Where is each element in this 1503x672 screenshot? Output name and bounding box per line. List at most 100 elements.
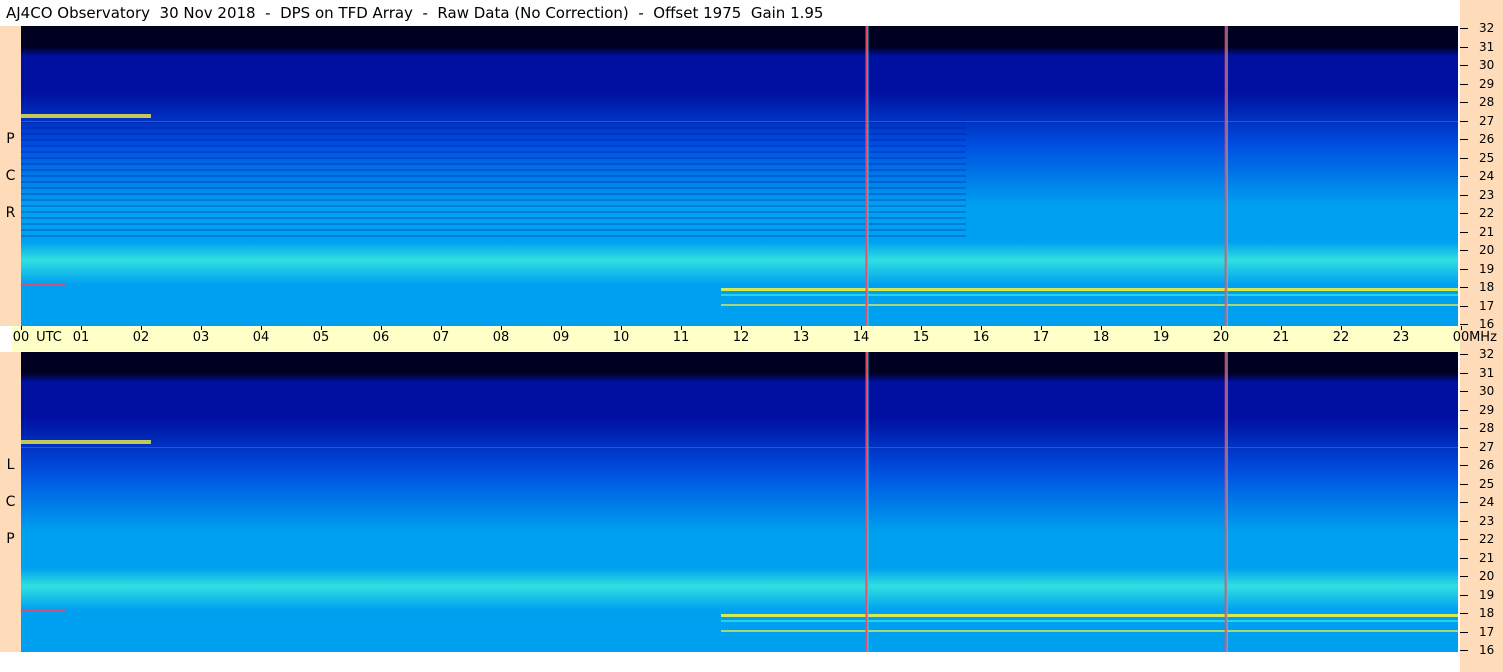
frequency-tick (1460, 354, 1468, 355)
time-tick-label: 18 (1092, 330, 1110, 345)
frequency-tick-label: 31 (1479, 365, 1495, 380)
lcp-letter-c: C (5, 494, 16, 510)
frequency-tick-label: 23 (1479, 187, 1495, 202)
frequency-tick-label: 20 (1479, 243, 1495, 257)
time-tick-label: 15 (912, 330, 930, 345)
frequency-tick (1460, 120, 1468, 122)
frequency-tick (1460, 194, 1468, 196)
frequency-tick-label: 21 (1479, 224, 1495, 239)
time-tick-label: 12 (732, 330, 750, 345)
time-tick-label: 11 (672, 330, 690, 345)
frequency-tick (1460, 502, 1468, 503)
frequency-tick-label: 17 (1479, 624, 1495, 639)
frequency-tick-label: 29 (1479, 76, 1495, 91)
frequency-tick (1460, 557, 1468, 559)
rcp-spectrogram (21, 26, 1458, 326)
spectral-band (21, 151, 966, 153)
frequency-tick-label: 18 (1479, 280, 1495, 294)
frequency-tick (1460, 539, 1468, 540)
frequency-tick-label: 24 (1479, 495, 1495, 509)
lcp-letter-l: L (6, 457, 15, 473)
time-tick-label: 14 (852, 330, 870, 345)
frequency-tick (1460, 483, 1468, 485)
frequency-tick-label: 23 (1479, 513, 1495, 528)
interference-band (721, 304, 1458, 306)
interference-column (867, 352, 869, 652)
interference-band (721, 630, 1458, 632)
time-tick-label: 19 (1152, 330, 1170, 345)
frequency-tick (1460, 268, 1468, 270)
frequency-tick (1460, 576, 1468, 577)
time-tick-label: 09 (552, 330, 570, 345)
time-tick-label: 17 (1032, 330, 1050, 345)
rcp-letter-r: P (6, 131, 15, 147)
lcp-spectrogram (21, 352, 1458, 652)
frequency-tick-label: 17 (1479, 298, 1495, 313)
frequency-tick-label: 22 (1479, 532, 1495, 546)
interference-column (1224, 352, 1227, 652)
frequency-tick-label: 31 (1479, 39, 1495, 54)
spectral-band (21, 157, 966, 159)
time-tick-label: 22 (1332, 330, 1350, 345)
frequency-tick (1460, 102, 1468, 103)
frequency-tick (1460, 213, 1468, 214)
lcp-letter-p: P (6, 531, 15, 547)
spectral-band (21, 175, 966, 177)
bright-emission (21, 440, 151, 444)
frequency-tick (1460, 139, 1468, 140)
rcp-letter-c: C (5, 168, 16, 184)
frequency-tick (1460, 231, 1468, 233)
frequency-tick (1460, 631, 1468, 633)
spectral-band (21, 199, 966, 201)
frequency-tick-label: 30 (1479, 384, 1495, 398)
frequency-tick (1460, 83, 1468, 85)
frequency-tick (1460, 305, 1468, 307)
frequency-tick (1460, 391, 1468, 392)
frequency-tick (1460, 428, 1468, 429)
frequency-tick-label: 26 (1479, 132, 1495, 146)
frequency-tick-label: 28 (1479, 95, 1495, 109)
frequency-tick (1460, 287, 1468, 288)
time-axis: UTC MHz 00 01 02 03 04 05 06 07 08 09 10 11 12 13 14 15… (12, 326, 1497, 351)
frequency-tick-label: 28 (1479, 421, 1495, 435)
interference-band (721, 620, 1458, 622)
frequency-tick-label: 20 (1479, 569, 1495, 583)
bright-emission (21, 114, 151, 118)
frequency-tick-label: 25 (1479, 150, 1495, 165)
frequency-tick (1460, 465, 1468, 466)
frequency-tick (1460, 250, 1468, 251)
frequency-tick-label: 19 (1479, 587, 1495, 602)
spectral-band (21, 133, 966, 135)
frequency-tick-label: 25 (1479, 476, 1495, 491)
spectral-band (21, 193, 966, 195)
spectral-band (21, 145, 966, 147)
frequency-tick (1460, 157, 1468, 159)
bright-emission (21, 284, 66, 286)
spectral-band (21, 139, 966, 141)
frequency-tick-label: 16 (1479, 317, 1495, 331)
spectral-band (21, 181, 966, 183)
time-tick-label: 16 (972, 330, 990, 345)
frequency-tick-label: 18 (1479, 606, 1495, 620)
time-tick-label: 21 (1272, 330, 1290, 345)
time-tick-label: 07 (432, 330, 450, 345)
spectral-band (21, 127, 966, 129)
spectral-band (21, 229, 966, 231)
time-tick-label: 01 (72, 330, 90, 345)
spectral-line (21, 447, 1458, 448)
interference-column (865, 352, 868, 652)
time-tick-label: 23 (1392, 330, 1410, 345)
frequency-tick-label: 30 (1479, 58, 1495, 72)
frequency-tick-label: 32 (1479, 21, 1495, 35)
frequency-tick (1460, 65, 1468, 66)
spectral-band (21, 169, 966, 171)
time-tick-label: 02 (132, 330, 150, 345)
chart-title: AJ4CO Observatory 30 Nov 2018 - DPS on T… (0, 0, 1460, 26)
lcp-channel-label: L C P (0, 352, 21, 652)
spectral-band (21, 163, 966, 165)
utc-unit-label: UTC (36, 330, 62, 345)
frequency-tick-label: 22 (1479, 206, 1495, 220)
interference-column (1226, 352, 1228, 652)
frequency-tick (1460, 46, 1468, 48)
frequency-tick (1460, 520, 1468, 522)
